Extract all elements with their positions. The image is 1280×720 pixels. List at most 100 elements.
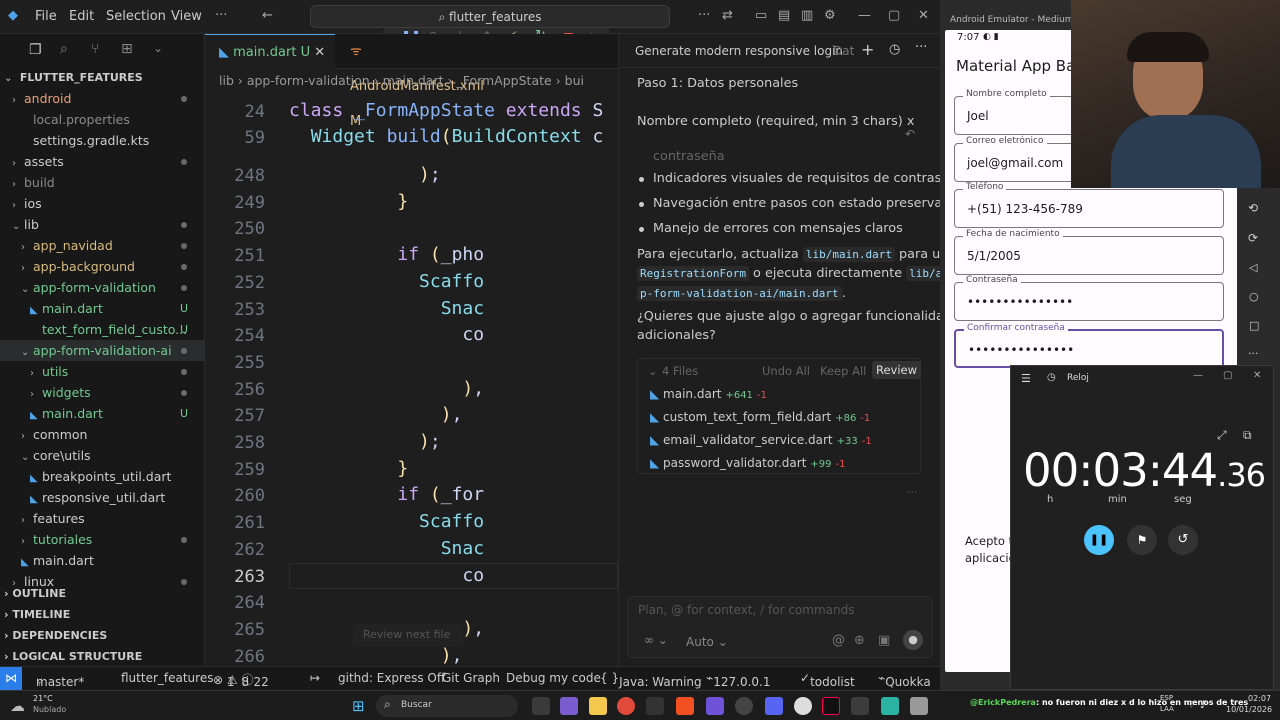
- hamburger-menu-icon[interactable]: ☰: [1021, 372, 1031, 385]
- chat-input[interactable]: Plan, @ for context, / for commands: [638, 603, 854, 617]
- live-server[interactable]: ⌁ 127.0.0.1: [706, 671, 771, 689]
- language-layout[interactable]: LAA: [1160, 705, 1174, 713]
- tree-item[interactable]: › build: [0, 172, 205, 193]
- debug-my-code[interactable]: Debug my code: [506, 671, 601, 685]
- java-status[interactable]: { } Java: Warning: [600, 671, 702, 689]
- tree-item[interactable]: › ios: [0, 193, 205, 214]
- sticky-code-line[interactable]: class _FormAppState extends S: [289, 100, 603, 121]
- file-explorer-icon[interactable]: [589, 697, 607, 715]
- code-line[interactable]: if (_pho: [289, 244, 484, 265]
- chat-tab-title[interactable]: Generate modern responsive login: [635, 44, 843, 58]
- explorer-root[interactable]: ⌄ FLUTTER_FEATURES: [0, 67, 205, 88]
- problems-indicator[interactable]: ⊗ 1 ⚠ 8 ⓘ 22: [213, 671, 269, 689]
- code-line[interactable]: Scaffo: [289, 511, 484, 532]
- infinity-icon[interactable]: ∞ ⌄: [644, 633, 668, 647]
- code-line[interactable]: }: [289, 458, 408, 479]
- changed-file-row[interactable]: ◣ email_validator_service.dart +33 -1: [650, 433, 872, 447]
- tree-item[interactable]: text_form_field_custo... U: [0, 319, 205, 340]
- github-icon[interactable]: [735, 697, 753, 715]
- tree-item[interactable]: settings.gradle.kts: [0, 130, 205, 151]
- app-icon[interactable]: [706, 697, 724, 715]
- taskbar-search[interactable]: ⌕ Buscar: [376, 695, 518, 717]
- code-line[interactable]: }: [289, 191, 408, 212]
- code-line[interactable]: co: [289, 324, 484, 345]
- minimize-icon[interactable]: —: [1193, 370, 1203, 381]
- chevron-down-icon[interactable]: ⌄: [648, 364, 658, 378]
- review-next-file-button[interactable]: Review next file: [353, 624, 463, 646]
- more-icon[interactable]: ···: [1248, 347, 1259, 360]
- tree-item[interactable]: › utils: [0, 361, 205, 382]
- form-field[interactable]: Teléfono +(51) 123-456-789: [954, 182, 1224, 228]
- home-icon[interactable]: ○: [1249, 290, 1259, 303]
- pause-button[interactable]: ❚❚: [1084, 525, 1114, 555]
- tree-item[interactable]: ◣ main.dart: [0, 550, 205, 571]
- wifi-volume-icons[interactable]: ⌔ ♪: [1186, 698, 1207, 712]
- copilot-icon[interactable]: [560, 697, 578, 715]
- close-icon[interactable]: ✕: [918, 8, 929, 23]
- tree-item[interactable]: › android: [0, 88, 205, 109]
- code-line[interactable]: co: [289, 565, 484, 586]
- compact-overlay-icon[interactable]: ⧉: [1243, 428, 1252, 443]
- tree-item[interactable]: ⌄ app-form-validation: [0, 277, 205, 298]
- tree-item[interactable]: ⌄ lib: [0, 214, 205, 235]
- tree-item[interactable]: ◣ main.dart U: [0, 298, 205, 319]
- app-icon[interactable]: [794, 697, 812, 715]
- model-selector[interactable]: Auto ⌄: [686, 635, 728, 649]
- mention-icon[interactable]: @: [832, 633, 845, 648]
- settings-gear-icon[interactable]: ⚙: [824, 8, 836, 23]
- form-field[interactable]: Confirmar contraseña •••••••••••••••: [954, 322, 1224, 368]
- image-icon[interactable]: ▣: [878, 633, 890, 648]
- globe-icon[interactable]: ⊕: [854, 633, 865, 648]
- explorer-icon[interactable]: ❐: [29, 42, 42, 58]
- todolist[interactable]: ✓ todolist: [800, 671, 855, 689]
- maximize-icon[interactable]: ▢: [1223, 370, 1232, 381]
- quokka[interactable]: ⌁ Quokka: [878, 671, 931, 689]
- sidebar-section[interactable]: › LOGICAL STRUCTURE: [0, 646, 205, 667]
- rotate-right-icon[interactable]: ⟳: [1248, 231, 1258, 245]
- minimize-icon[interactable]: —: [858, 8, 871, 23]
- sticky-code-line[interactable]: Widget build(BuildContext c: [289, 126, 604, 147]
- code-line[interactable]: Scaffo: [289, 271, 484, 292]
- code-line[interactable]: ),: [289, 404, 463, 425]
- microphone-icon[interactable]: ●: [903, 630, 923, 650]
- form-field[interactable]: Contraseña •••••••••••••••: [954, 275, 1224, 321]
- sidebar-section[interactable]: › DEPENDENCIES: [0, 625, 205, 646]
- code-editor[interactable]: ◣ main.dart U ✕ ᯤ AndroidManifest.xml M …: [205, 34, 618, 666]
- chat-tab-2[interactable]: Dat: [833, 44, 854, 58]
- reset-button[interactable]: ↺: [1168, 525, 1198, 555]
- taskbar-time[interactable]: 02:07: [1248, 694, 1271, 703]
- code-line[interactable]: Snac: [289, 538, 484, 559]
- tree-item[interactable]: ◣ breakpoints_util.dart: [0, 466, 205, 487]
- close-tab-icon[interactable]: ✕: [314, 45, 325, 60]
- chevron-down-icon[interactable]: ⌄: [153, 41, 163, 55]
- tab-main-dart[interactable]: ◣ main.dart U ✕: [205, 34, 335, 69]
- sidebar-section[interactable]: › OUTLINE: [0, 583, 205, 604]
- layout-panel-icon[interactable]: ▤: [778, 8, 790, 23]
- language-code[interactable]: ESP: [1160, 694, 1173, 702]
- menu-edit[interactable]: Edit: [69, 9, 94, 24]
- source-control-icon[interactable]: ⑂: [91, 41, 99, 57]
- tree-item[interactable]: › app-background: [0, 256, 205, 277]
- expand-icon[interactable]: ⤢: [1217, 428, 1227, 443]
- menu-view[interactable]: View: [171, 9, 202, 24]
- githd-status[interactable]: githd: Express Off: [338, 671, 445, 685]
- overview-icon[interactable]: □: [1249, 319, 1259, 332]
- command-search-input[interactable]: ⌕ flutter_features: [310, 5, 670, 28]
- tree-item[interactable]: ⌄ core\utils: [0, 445, 205, 466]
- code-line[interactable]: );: [289, 164, 441, 185]
- taskbar-date[interactable]: 10/01/2026: [1226, 705, 1272, 714]
- chrome-icon[interactable]: [617, 697, 635, 715]
- tree-item[interactable]: › common: [0, 424, 205, 445]
- remote-icon[interactable]: ⋈: [0, 667, 22, 690]
- changed-file-row[interactable]: ◣ custom_text_form_field.dart +86 -1: [650, 410, 870, 424]
- discord-icon[interactable]: [765, 697, 783, 715]
- tree-item[interactable]: ◣ responsive_util.dart: [0, 487, 205, 508]
- more-icon[interactable]: ···: [215, 8, 227, 23]
- app-icon[interactable]: [851, 697, 869, 715]
- task-view-icon[interactable]: [532, 697, 550, 715]
- tree-item[interactable]: ⌄ app-form-validation-ai: [0, 340, 205, 361]
- back-arrow-icon[interactable]: ←: [262, 8, 273, 23]
- maximize-icon[interactable]: ▢: [888, 8, 900, 23]
- overflow-icon[interactable]: ···: [698, 8, 710, 23]
- chat-input-box[interactable]: Plan, @ for context, / for commands ∞ ⌄ …: [627, 596, 933, 658]
